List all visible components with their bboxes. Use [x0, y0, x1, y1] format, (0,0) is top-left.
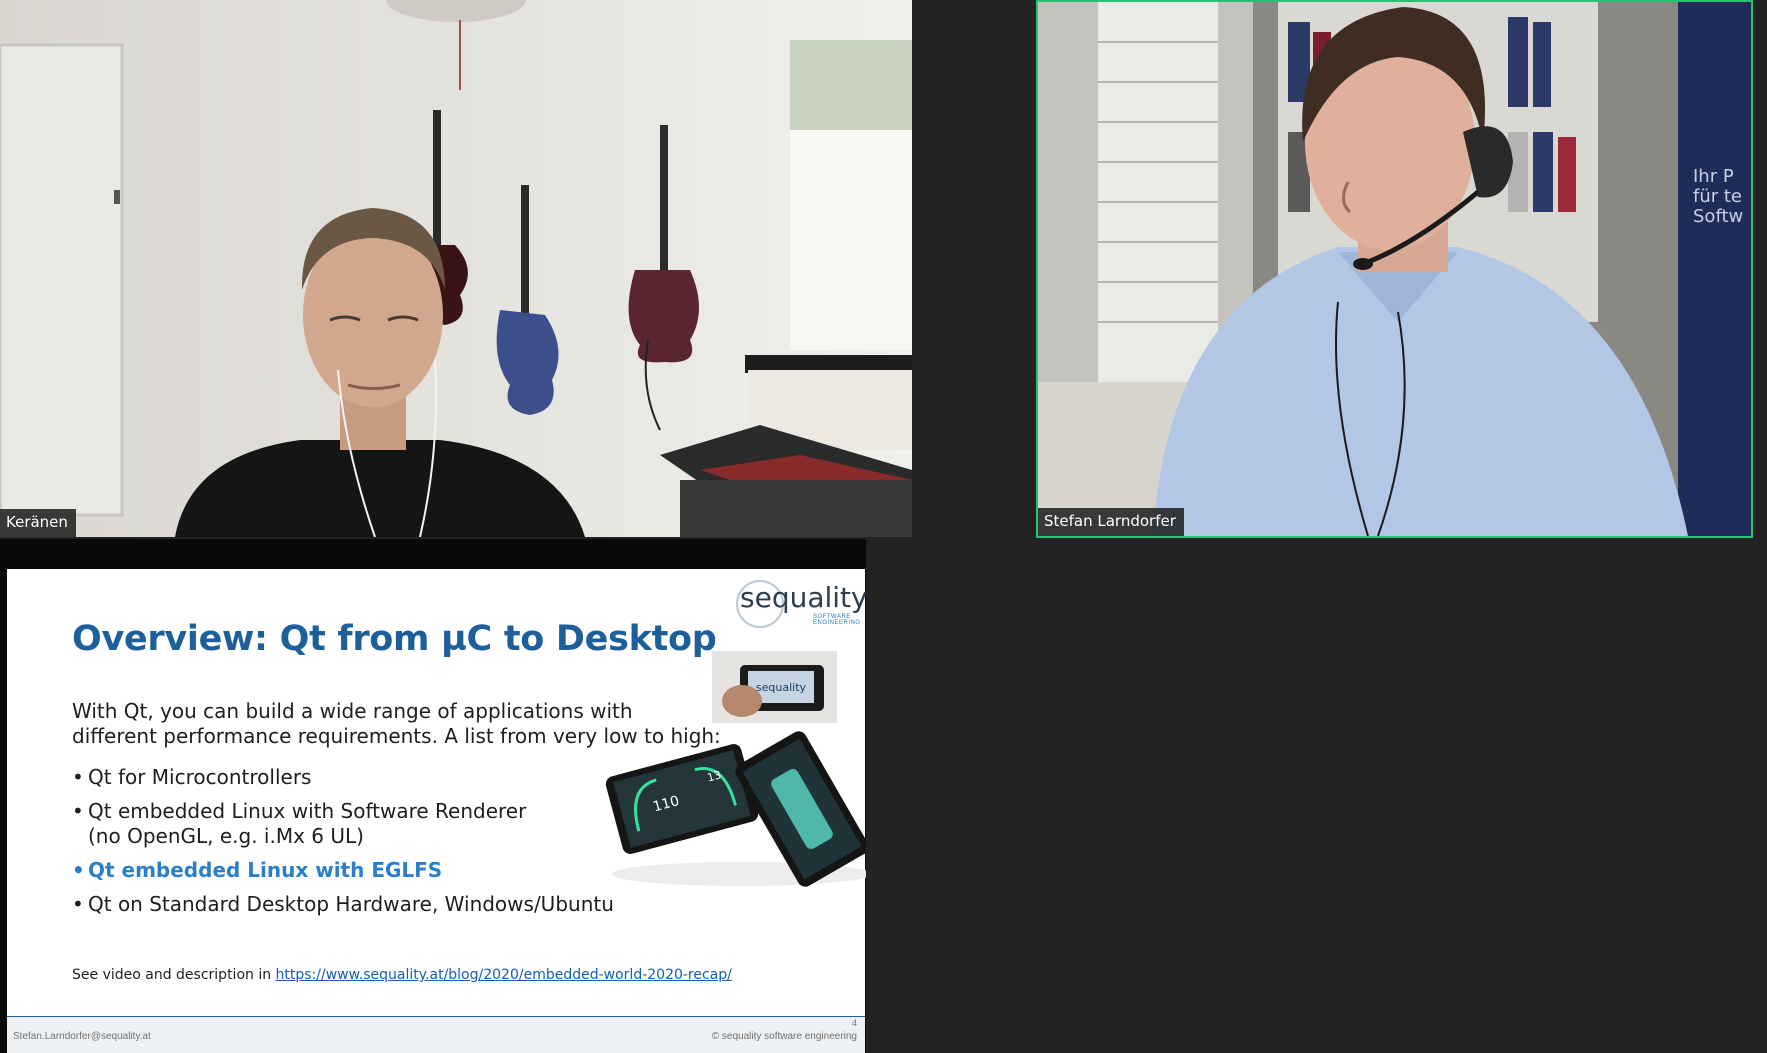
- blog-link[interactable]: https://www.sequality.at/blog/2020/embed…: [276, 967, 732, 983]
- svg-text:sequality: sequality: [756, 681, 807, 694]
- footer-copyright: © sequality software engineering: [711, 1031, 857, 1042]
- participant-name-tag: Stefan Larndorfer: [1038, 508, 1184, 536]
- participant-video-keranen[interactable]: Keränen: [0, 0, 912, 537]
- svg-text:für te: für te: [1693, 186, 1742, 207]
- video-frame-keranen: [0, 0, 912, 537]
- shared-screen[interactable]: sequality SOFTWARE ENGINEERING Overview:…: [0, 539, 866, 1053]
- participant-video-stefan-larndorfer[interactable]: Ihr P für te Softw Stefan Larndorfer: [1036, 0, 1753, 538]
- video-frame-stefan: Ihr P für te Softw: [1038, 2, 1751, 536]
- bullet-item: Qt embedded Linux with Software Renderer…: [72, 799, 614, 849]
- slide-page-number: 4: [851, 1018, 857, 1028]
- participant-name-tag: Keränen: [0, 509, 76, 537]
- device-photo: sequality: [712, 651, 837, 723]
- logo-subtitle: SOFTWARE ENGINEERING: [813, 614, 861, 626]
- sequality-logo: sequality: [740, 581, 866, 614]
- slide-bullet-list: Qt for Microcontrollers Qt embedded Linu…: [72, 765, 614, 926]
- slide-reference-line: See video and description in https://www…: [72, 967, 732, 983]
- bullet-item: Qt on Standard Desktop Hardware, Windows…: [72, 892, 614, 917]
- slide-title: Overview: Qt from µC to Desktop: [72, 619, 717, 659]
- tablet-dashboard-photo: 110 13: [605, 731, 866, 887]
- slide-footer: Stefan.Larndorfer@sequality.at 4 © sequa…: [7, 1016, 865, 1053]
- svg-text:Ihr P: Ihr P: [1693, 166, 1734, 187]
- svg-text:Softw: Softw: [1693, 206, 1743, 227]
- footer-email: Stefan.Larndorfer@sequality.at: [13, 1031, 151, 1042]
- bullet-item: Qt for Microcontrollers: [72, 765, 614, 790]
- bullet-item-highlighted: Qt embedded Linux with EGLFS: [72, 858, 614, 883]
- presentation-slide: sequality SOFTWARE ENGINEERING Overview:…: [7, 569, 866, 1053]
